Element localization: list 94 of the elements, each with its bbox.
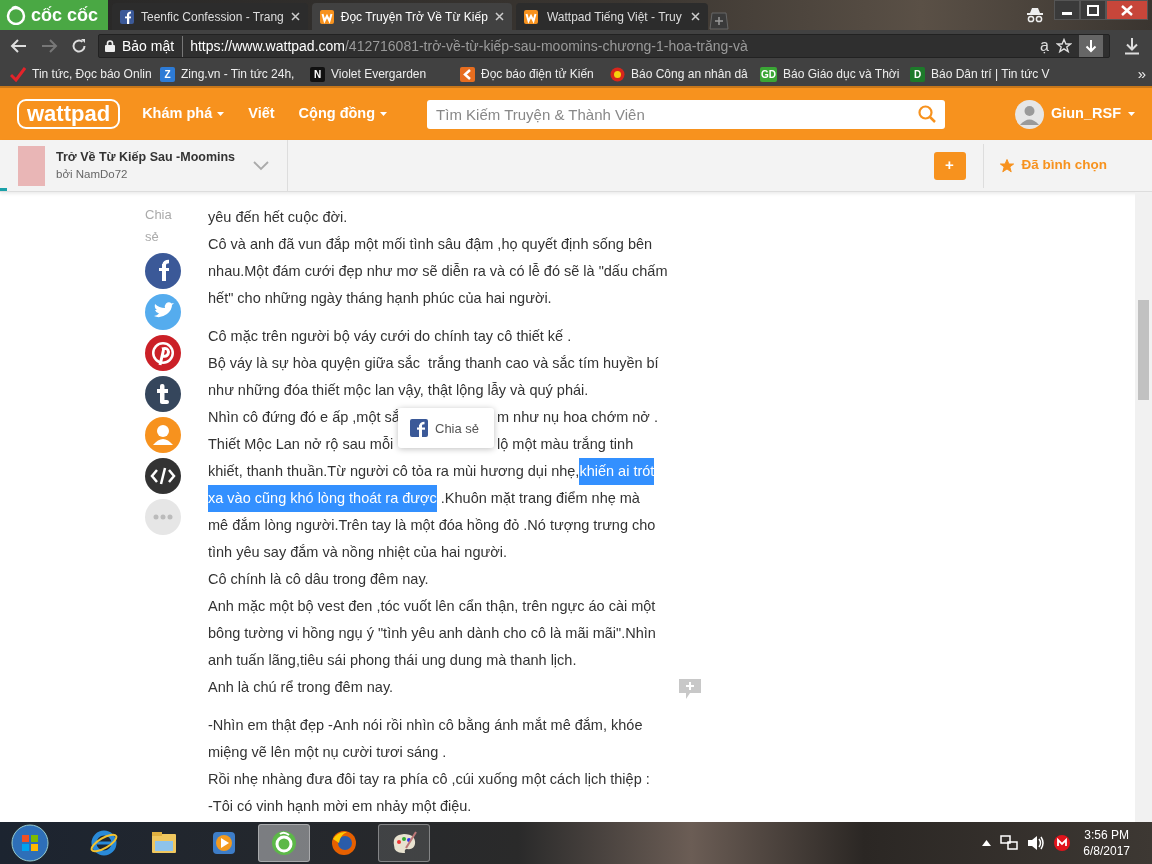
facebook-icon[interactable]: [145, 253, 181, 289]
bookmark-item[interactable]: D Báo Dân trí | Tin tức V: [906, 65, 1056, 83]
clock-date[interactable]: 6/8/2017: [1083, 843, 1130, 859]
story-text-line: -Tôi có vinh hạnh mời em nhảy một điệu.: [208, 797, 473, 816]
bookmark-item[interactable]: Đọc báo điện tử Kiến: [456, 65, 606, 83]
browser-tab[interactable]: Wattpad Tiếng Việt - Truy: [515, 3, 708, 30]
close-icon: [1121, 4, 1133, 16]
star-icon: [999, 158, 1014, 173]
leaf-app-icon: [270, 829, 298, 857]
close-button[interactable]: [1106, 0, 1148, 20]
story-text-line: Anh là chú rể trong đêm nay.: [208, 678, 395, 697]
share-label: Chia sẻ: [145, 206, 173, 246]
wattpad-favicon-icon: [523, 9, 538, 24]
logo-text: cốc cốc: [31, 3, 99, 27]
avatar-icon: [1014, 99, 1044, 129]
browser-icon: [90, 829, 118, 857]
story-text-line: yêu đến hết cuộc đời.: [208, 208, 349, 227]
checkmark-icon: [10, 66, 26, 82]
play-icon: [210, 829, 238, 857]
back-arrow-icon: [10, 38, 28, 54]
clock-time[interactable]: 3:56 PM: [1083, 827, 1130, 843]
address-bar[interactable]: Bảo mật https://www.wattpad.com/412716081-trở-về-từ-kiếp-sau-moomins-chương-1-hoa-trăng-và ạ: [98, 34, 1110, 58]
start-button-icon[interactable]: [10, 823, 50, 863]
lock-icon: [105, 40, 115, 52]
minimize-icon: [1062, 12, 1072, 15]
story-text-line: hết" cho những ngày tháng hạnh phúc của hai người.: [208, 289, 553, 308]
bookmark-item[interactable]: Báo Công an nhân dâ: [606, 65, 756, 83]
story-text-line: Rồi nhẹ nhàng đưa đôi tay ra phía cô ,cúi xuống một cách lịch thiệp :: [208, 770, 651, 789]
security-label: Bảo mật: [122, 35, 184, 57]
close-icon[interactable]: [494, 12, 504, 21]
emblem-icon: [610, 66, 625, 82]
favicon-icon: D: [910, 66, 925, 82]
story-text-line: bông tường vi hồng ngụ ý "tình yêu anh dành cho cô là mãi mãi".Nhìn: [208, 624, 657, 643]
share-popup[interactable]: Chia sẻ: [398, 408, 494, 448]
story-title: Trở Về Từ Kiếp Sau -Moomins: [56, 148, 236, 166]
facebook-icon: [410, 419, 428, 437]
bookmark-item[interactable]: GD Báo Giáo dục và Thời: [756, 65, 906, 83]
selected-text: xa vào cũng khó lòng thoát ra được: [208, 485, 437, 512]
story-text-line: Cô và anh đã vun đắp một mối tình sâu đậm ,họ quyết định sống bên: [208, 235, 654, 254]
pinterest-icon[interactable]: [145, 335, 181, 371]
story-text-line: như những đóa thiết mộc lan vậy, thật lộng lẫy và quý phái.: [208, 381, 590, 400]
story-text-line: anh tuấn lãng,tiêu sái phong thái ung dung mà thanh lịch.: [208, 651, 578, 670]
story-text-line: nhau.Một đám cưới đẹp như mơ sẽ diễn ra và có lễ đó sẽ là "dấu chấm: [208, 262, 668, 281]
minimize-button[interactable]: [1054, 0, 1080, 20]
cover-image: [18, 145, 45, 186]
reload-icon: [71, 38, 87, 54]
download-icon[interactable]: [1124, 37, 1140, 55]
tray-app-icon[interactable]: [1054, 835, 1071, 851]
maximize-icon: [1087, 4, 1099, 16]
facebook-icon: [120, 9, 134, 24]
selected-text: khiến ai trót: [579, 458, 655, 485]
close-icon[interactable]: [690, 12, 700, 21]
close-icon[interactable]: [290, 12, 300, 21]
favicon-icon: N: [310, 66, 325, 82]
favicon-icon: [460, 66, 475, 82]
story-text-line: tình yêu say đắm và nồng nhiệt của hai người.: [208, 543, 508, 562]
browser-tab[interactable]: Teenfic Confession - Trang: [112, 3, 308, 30]
leaf-logo-icon: [6, 5, 26, 25]
story-text-line: Cô chính là cô dâu trong đêm nay.: [208, 570, 430, 589]
scrollbar[interactable]: [1135, 192, 1152, 822]
story-text-line: khiết, thanh thuần.Từ người cô tỏa ra mùi hương dụi nhẹ,khiến ai trót: [208, 458, 668, 485]
code-icon[interactable]: [145, 458, 181, 494]
more-bookmarks-button[interactable]: »: [1137, 62, 1146, 86]
story-text-line: mê đắm lòng người.Trên tay là một đóa hồng đỏ .Nó tượng trưng cho: [208, 516, 657, 535]
bookmark-item[interactable]: Z Zing.vn - Tin tức 24h,: [156, 65, 306, 83]
story-text-line: xa vào cũng khó lòng thoát ra được .Khuôn mặt trang điểm nhẹ mà: [208, 485, 668, 512]
taskbar-app-button[interactable]: [378, 824, 430, 862]
new-tab-icon[interactable]: [707, 12, 730, 30]
favicon-icon: Z: [160, 66, 175, 82]
fox-globe-icon: [330, 829, 358, 857]
author-link[interactable]: bởi NamDo72: [56, 166, 236, 184]
star-icon[interactable]: [1056, 38, 1072, 54]
network-icon[interactable]: [1000, 835, 1019, 851]
story-text-line: miệng vẽ lên một nụ cười tươi sáng .: [208, 743, 448, 762]
story-text-line: Bộ váy là sự hòa quyện giữa sắc trắng thanh cao và sắc tím huyền bí: [208, 354, 660, 373]
maximize-button[interactable]: [1080, 0, 1106, 20]
wattpad-favicon-icon: [319, 9, 334, 24]
story-text-line: -Nhìn em thật đẹp -Anh nói rồi nhìn cô bằng ánh mắt mê đắm, khóe: [208, 716, 644, 735]
up-arrow-icon[interactable]: [982, 840, 992, 846]
browser-tab[interactable]: Đọc Truyện Trở Về Từ Kiếp: [311, 3, 512, 30]
tumblr-icon[interactable]: [145, 376, 181, 412]
bookmark-item[interactable]: Tin tức, Đọc báo Onlin: [6, 65, 156, 83]
dictionary-button[interactable]: ạ: [1040, 34, 1049, 58]
search-field[interactable]: Tìm Kiếm Truyện & Thành Viên: [427, 99, 946, 129]
volume-icon[interactable]: [1027, 835, 1046, 851]
bookmark-item[interactable]: N Violet Evergarden: [306, 65, 456, 83]
story-text-line: Anh mặc một bộ vest đen ,tóc vuốt lên cẩn thận, trên ngực áo cài một: [208, 597, 657, 616]
download-button[interactable]: [1079, 35, 1103, 57]
forward-arrow-icon: [40, 38, 58, 54]
story-text-line: Cô mặc trên người bộ váy cưới do chính tay cô thiết kế .: [208, 327, 573, 346]
favicon-icon: GD: [760, 66, 777, 82]
url-text: https://www.wattpad.com/412716081-trở-về-từ-kiếp-sau-moomins-chương-1-hoa-trăng-và: [190, 36, 748, 56]
incognito-icon[interactable]: [1024, 7, 1046, 23]
download-arrow-icon: [1085, 39, 1097, 53]
